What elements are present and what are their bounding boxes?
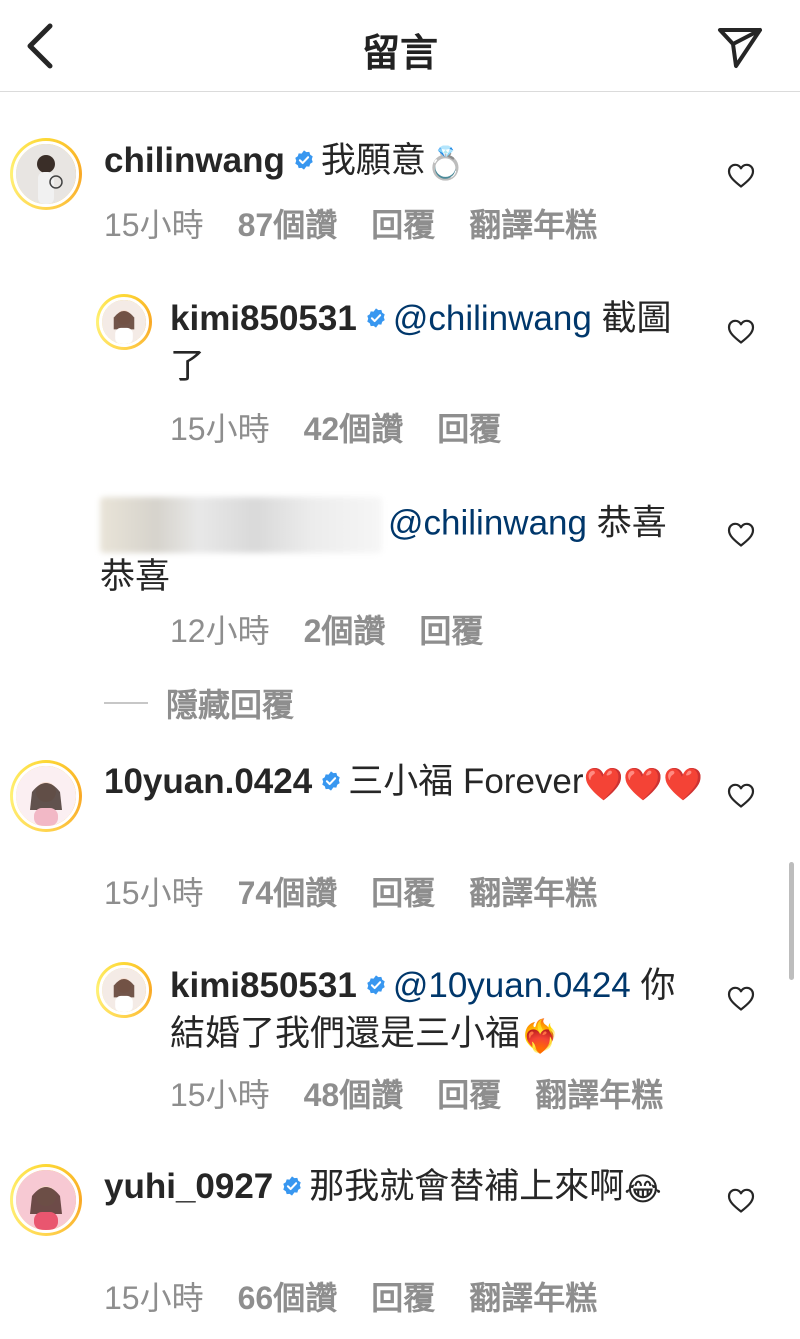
mention-link[interactable]: @chilinwang xyxy=(388,503,587,542)
scrollbar[interactable] xyxy=(789,862,794,980)
heart-on-fire-emoji: ❤️‍🔥 xyxy=(520,1017,560,1054)
comment-text: 10yuan.0424 三小福 Forever❤️❤️❤️ xyxy=(104,758,704,806)
avatar[interactable] xyxy=(10,138,82,210)
divider-line xyxy=(104,702,148,704)
translate-button[interactable]: 翻譯年糕 xyxy=(469,1280,597,1316)
comment-body: 那我就會替補上來啊 xyxy=(309,1167,625,1206)
avatar-photo xyxy=(99,297,149,347)
comment-text: chilinwang 我願意💍 xyxy=(104,137,704,185)
heart-outline-icon[interactable] xyxy=(727,318,755,344)
heart-emojis: ❤️❤️❤️ xyxy=(583,765,704,802)
blurred-user-info xyxy=(100,497,382,553)
username[interactable]: yuhi_0927 xyxy=(104,1167,273,1206)
timestamp: 15小時 xyxy=(104,207,204,243)
comment-meta: 15小時 74個讚 回覆 翻譯年糕 xyxy=(104,868,631,914)
likes-count[interactable]: 48個讚 xyxy=(304,1077,404,1113)
likes-count[interactable]: 42個讚 xyxy=(304,411,404,447)
paper-plane-icon xyxy=(718,28,762,68)
heart-outline-icon[interactable] xyxy=(727,521,755,547)
comment-meta: 12小時 2個讚 回覆 xyxy=(170,606,517,652)
comment-meta: 15小時 87個讚 回覆 翻譯年糕 xyxy=(104,200,631,246)
verified-badge-icon xyxy=(365,307,387,329)
heart-outline-icon[interactable] xyxy=(727,1187,755,1213)
username[interactable]: kimi850531 xyxy=(170,966,357,1005)
timestamp: 15小時 xyxy=(104,875,204,911)
reply-button[interactable]: 回覆 xyxy=(371,207,435,243)
hide-replies-label: 隱藏回覆 xyxy=(166,687,295,723)
top-bar: 留言 xyxy=(0,0,800,92)
share-button[interactable] xyxy=(716,22,764,70)
likes-count[interactable]: 66個讚 xyxy=(238,1280,338,1316)
likes-count[interactable]: 2個讚 xyxy=(304,613,386,649)
heart-outline-icon[interactable] xyxy=(727,985,755,1011)
reply-button[interactable]: 回覆 xyxy=(371,875,435,911)
page-title: 留言 xyxy=(361,33,438,75)
comment-meta: 15小時 66個讚 回覆 翻譯年糕 xyxy=(104,1273,631,1319)
reply-button[interactable]: 回覆 xyxy=(419,613,483,649)
likes-count[interactable]: 87個讚 xyxy=(238,207,338,243)
timestamp: 15小時 xyxy=(104,1280,204,1316)
translate-button[interactable]: 翻譯年糕 xyxy=(469,207,597,243)
heart-outline-icon[interactable] xyxy=(727,162,755,188)
ring-emoji: 💍 xyxy=(425,144,466,181)
laughing-emoji: 😂 xyxy=(624,1170,662,1207)
verified-badge-icon xyxy=(293,149,315,171)
comment-text: kimi850531 @10yuan.0424 你結婚了我們還是三小福❤️‍🔥 xyxy=(170,962,690,1058)
mention-link[interactable]: @10yuan.0424 xyxy=(393,966,631,1005)
comment-body: 我願意 xyxy=(320,141,426,180)
comment-meta: 15小時 48個讚 回覆 翻譯年糕 xyxy=(170,1070,697,1116)
likes-count[interactable]: 74個讚 xyxy=(238,875,338,911)
avatar-photo xyxy=(99,965,149,1015)
avatar[interactable] xyxy=(10,1164,82,1236)
comment-body: 三小福 Forever xyxy=(348,762,584,801)
verified-badge-icon xyxy=(320,770,342,792)
username[interactable]: kimi850531 xyxy=(170,299,357,338)
avatar[interactable] xyxy=(96,962,152,1018)
username[interactable]: 10yuan.0424 xyxy=(104,762,312,801)
reply-button[interactable]: 回覆 xyxy=(437,411,501,447)
heart-outline-icon[interactable] xyxy=(727,782,755,808)
avatar-photo xyxy=(13,141,79,207)
timestamp: 15小時 xyxy=(170,1077,270,1113)
avatar-photo xyxy=(13,1167,79,1233)
username[interactable]: chilinwang xyxy=(104,141,285,180)
mention-link[interactable]: @chilinwang xyxy=(393,299,592,338)
comment-text: yuhi_0927 那我就會替補上來啊😂 xyxy=(104,1163,704,1211)
timestamp: 15小時 xyxy=(170,411,270,447)
comment-text: @chilinwang 恭喜恭喜 xyxy=(100,497,690,601)
reply-button[interactable]: 回覆 xyxy=(371,1280,435,1316)
avatar[interactable] xyxy=(10,760,82,832)
comment-text: kimi850531 @chilinwang 截圖了 xyxy=(170,295,690,391)
translate-button[interactable]: 翻譯年糕 xyxy=(469,875,597,911)
comment-meta: 15小時 42個讚 回覆 xyxy=(170,404,535,450)
translate-button[interactable]: 翻譯年糕 xyxy=(535,1077,663,1113)
verified-badge-icon xyxy=(365,974,387,996)
reply-button[interactable]: 回覆 xyxy=(437,1077,501,1113)
avatar-photo xyxy=(13,763,79,829)
verified-badge-icon xyxy=(281,1175,303,1197)
avatar[interactable] xyxy=(96,294,152,350)
timestamp: 12小時 xyxy=(170,613,270,649)
